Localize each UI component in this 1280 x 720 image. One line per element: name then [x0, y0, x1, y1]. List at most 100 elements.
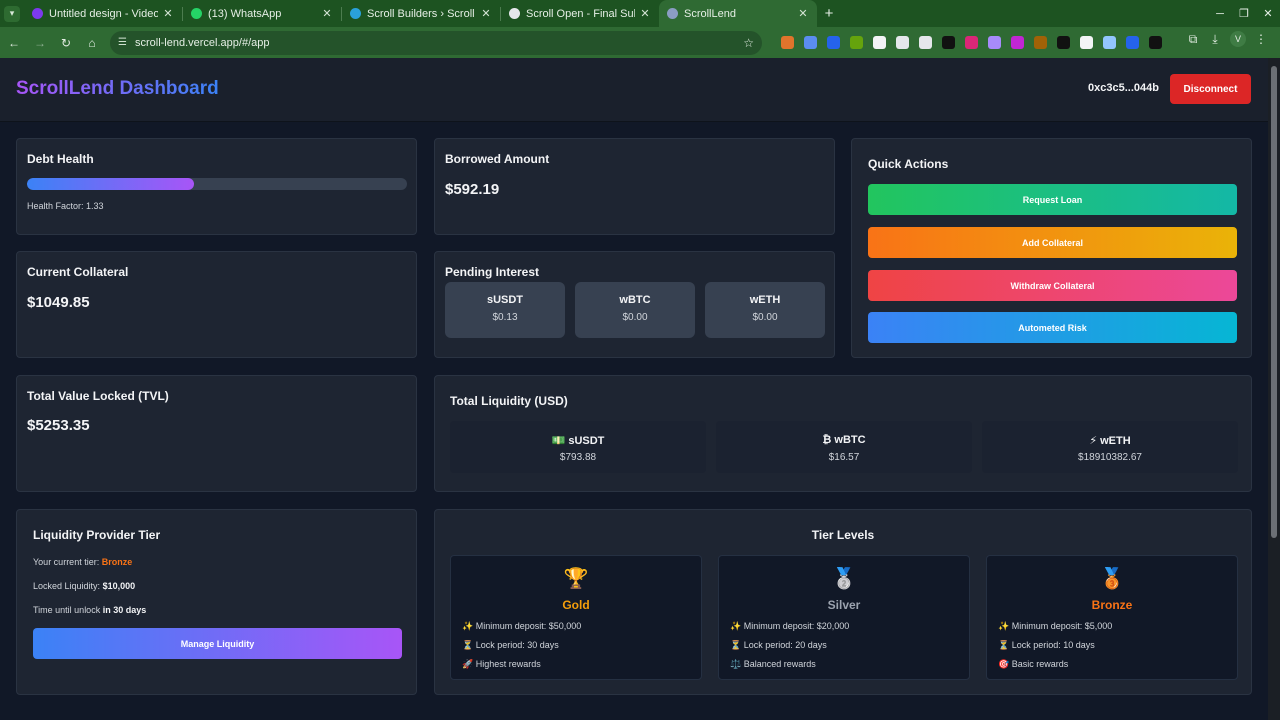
close-icon[interactable]: ✕ — [162, 7, 174, 20]
site-info-icon[interactable]: ☰ — [118, 37, 127, 48]
extension-icon[interactable] — [896, 36, 909, 49]
extension-icon[interactable] — [1149, 36, 1162, 49]
card-title: Tier Levels — [811, 528, 875, 542]
health-factor-text: Health Factor: 1.33 — [27, 201, 104, 211]
card-title: Debt Health — [27, 152, 94, 166]
reload-icon[interactable]: ↻ — [54, 31, 78, 55]
token-name: wETH — [749, 294, 781, 306]
browser-tab[interactable]: Scroll Open - Final Subm ✕ — [501, 0, 659, 27]
token-name: sUSDT — [486, 294, 524, 306]
puzzle-extensions-icon[interactable]: ⧉ — [1182, 32, 1204, 47]
tier-feature: 🚀 Highest rewards — [462, 659, 541, 669]
tab-favicon-icon — [32, 8, 43, 19]
new-tab-button[interactable]: + — [817, 0, 841, 27]
extension-icon[interactable] — [1034, 36, 1047, 49]
tier-feature: ✨ Minimum deposit: $5,000 — [998, 621, 1113, 631]
silver-medal-icon: 🥈 — [831, 568, 857, 590]
token-amount: $0.00 — [622, 312, 648, 323]
restore-icon[interactable]: ❐ — [1232, 7, 1256, 20]
borrowed-value: $592.19 — [445, 181, 500, 198]
close-icon[interactable]: ✕ — [321, 7, 333, 20]
extension-icon[interactable] — [827, 36, 840, 49]
toolbar-right: ⧉ ⤓ V ⋮ — [1182, 31, 1272, 47]
tab-favicon-icon — [191, 8, 202, 19]
extension-icon[interactable] — [965, 36, 978, 49]
tier-feature: 🎯 Basic rewards — [998, 659, 1069, 669]
bookmark-star-icon[interactable]: ☆ — [743, 36, 754, 50]
quick-actions-card: Quick Actions Request Loan Add Collatera… — [851, 138, 1252, 358]
close-icon[interactable]: ✕ — [480, 7, 492, 20]
extension-icon[interactable] — [1057, 36, 1070, 49]
token-amount: $793.88 — [559, 452, 597, 463]
tier-feature: ✨ Minimum deposit: $20,000 — [730, 621, 850, 631]
token-name: 💵 sUSDT — [551, 435, 605, 447]
forward-arrow-icon[interactable]: → — [28, 31, 52, 55]
borrowed-amount-card: Borrowed Amount $592.19 — [434, 138, 835, 235]
collateral-value: $1049.85 — [27, 294, 90, 311]
address-bar[interactable]: ☰ scroll-lend.vercel.app/#/app ☆ — [110, 30, 762, 55]
health-bar-fill — [27, 178, 195, 190]
locked-liquidity-value: $10,000 — [102, 581, 136, 591]
page-scrollbar[interactable] — [1268, 58, 1280, 720]
back-arrow-icon[interactable]: ← — [2, 31, 26, 55]
tier-feature: ⏳ Lock period: 20 days — [730, 640, 827, 650]
card-title: Liquidity Provider Tier — [33, 528, 161, 542]
browser-tab[interactable]: Scroll Builders › Scroll Op ✕ — [342, 0, 500, 27]
health-bar — [27, 178, 407, 190]
extension-icon[interactable] — [850, 36, 863, 49]
minimize-icon[interactable]: ─ — [1208, 8, 1232, 20]
wallet-address: 0xc3c5...044b — [1088, 82, 1159, 94]
tier-feature: ✨ Minimum deposit: $50,000 — [462, 621, 582, 631]
automated-risk-button[interactable]: Autometed Risk — [868, 312, 1237, 343]
locked-liquidity-label: Locked Liquidity: — [33, 581, 101, 591]
extension-icon[interactable] — [1103, 36, 1116, 49]
extension-icon[interactable] — [919, 36, 932, 49]
browser-tab-bar: ▾ Untitled design - Video ✕ (13) WhatsAp… — [0, 0, 1280, 27]
close-icon[interactable]: ✕ — [639, 7, 651, 20]
tier-silver: 🥈 Silver ✨ Minimum deposit: $20,000 ⏳ Lo… — [718, 555, 970, 680]
unlock-time-label: Time until unlock — [33, 605, 101, 615]
kebab-menu-icon[interactable]: ⋮ — [1250, 32, 1272, 46]
token-amount: $0.00 — [752, 312, 778, 323]
browser-toolbar: ← → ↻ ⌂ ☰ scroll-lend.vercel.app/#/app ☆… — [0, 27, 1280, 58]
window-controls: ─ ❐ ✕ — [1208, 0, 1280, 27]
scrollbar-thumb[interactable] — [1271, 66, 1277, 538]
close-window-icon[interactable]: ✕ — [1256, 7, 1280, 20]
extension-icon[interactable] — [1011, 36, 1024, 49]
request-loan-button[interactable]: Request Loan — [868, 184, 1237, 215]
interest-item: sUSDT $0.13 — [445, 282, 565, 338]
extension-icon[interactable] — [781, 36, 794, 49]
extension-icon[interactable] — [873, 36, 886, 49]
unlock-time-value: in 30 days — [102, 605, 147, 615]
browser-tab[interactable]: (13) WhatsApp ✕ — [183, 0, 341, 27]
extension-icon[interactable] — [942, 36, 955, 49]
current-tier-label: Your current tier: — [33, 557, 100, 567]
chevron-down-icon: ▾ — [4, 5, 20, 22]
browser-tab[interactable]: Untitled design - Video ✕ — [24, 0, 182, 27]
home-icon[interactable]: ⌂ — [80, 31, 104, 55]
unlock-time-line: Time until unlock in 30 days — [33, 605, 146, 615]
tvl-value: $5253.35 — [27, 417, 90, 434]
extension-icon[interactable] — [988, 36, 1001, 49]
tab-title: Scroll Builders › Scroll Op — [367, 7, 476, 20]
profile-avatar[interactable]: V — [1230, 31, 1246, 47]
card-title: Borrowed Amount — [445, 152, 550, 166]
disconnect-button[interactable]: Disconnect — [1170, 74, 1251, 104]
debt-health-card: Debt Health Health Factor: 1.33 — [16, 138, 417, 235]
extension-icon[interactable] — [1126, 36, 1139, 49]
tab-search-button[interactable]: ▾ — [0, 0, 24, 27]
withdraw-collateral-button[interactable]: Withdraw Collateral — [868, 270, 1237, 301]
close-icon[interactable]: ✕ — [797, 7, 809, 20]
extension-icon[interactable] — [1080, 36, 1093, 49]
add-collateral-button[interactable]: Add Collateral — [868, 227, 1237, 258]
manage-liquidity-button[interactable]: Manage Liquidity — [33, 628, 402, 659]
download-icon[interactable]: ⤓ — [1204, 32, 1226, 47]
url-text[interactable]: scroll-lend.vercel.app/#/app — [135, 37, 743, 49]
token-amount: $0.13 — [492, 312, 518, 323]
extensions-row — [776, 36, 1167, 49]
browser-tab-active[interactable]: ScrollLend ✕ — [659, 0, 817, 27]
tab-title: (13) WhatsApp — [208, 7, 282, 20]
trophy-icon: 🏆 — [563, 568, 589, 590]
token-amount: $16.57 — [828, 452, 860, 463]
extension-icon[interactable] — [804, 36, 817, 49]
